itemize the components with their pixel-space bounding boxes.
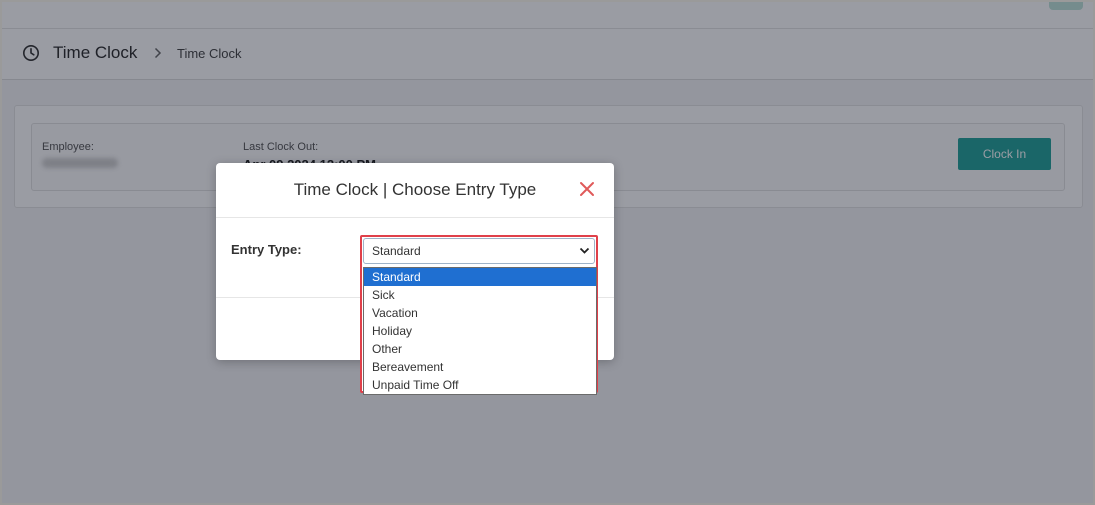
chevron-down-icon (579, 247, 590, 254)
close-icon[interactable] (578, 180, 596, 198)
entry-type-highlight: Standard Standard Sick Vacation Holiday Othe… (360, 235, 598, 395)
dialog-header: Time Clock | Choose Entry Type (216, 163, 614, 218)
dialog-title: Time Clock | Choose Entry Type (293, 180, 537, 199)
entry-type-label: Entry Type: (231, 242, 302, 257)
app-window: Time Clock Time Clock Employee: Last Clo… (0, 0, 1095, 505)
entry-type-option[interactable]: Other (364, 340, 596, 358)
entry-type-options: Standard Sick Vacation Holiday Other Bereavem… (363, 267, 597, 395)
entry-type-option[interactable]: Holiday (364, 322, 596, 340)
entry-type-option[interactable]: Vacation (364, 304, 596, 322)
entry-type-select-value: Standard (372, 244, 421, 258)
entry-type-option[interactable]: Unpaid Time Off (364, 376, 596, 394)
entry-type-option[interactable]: Bereavement (364, 358, 596, 376)
entry-type-option[interactable]: Standard (364, 268, 596, 286)
entry-type-select[interactable]: Standard (363, 238, 595, 264)
entry-type-option[interactable]: Sick (364, 286, 596, 304)
